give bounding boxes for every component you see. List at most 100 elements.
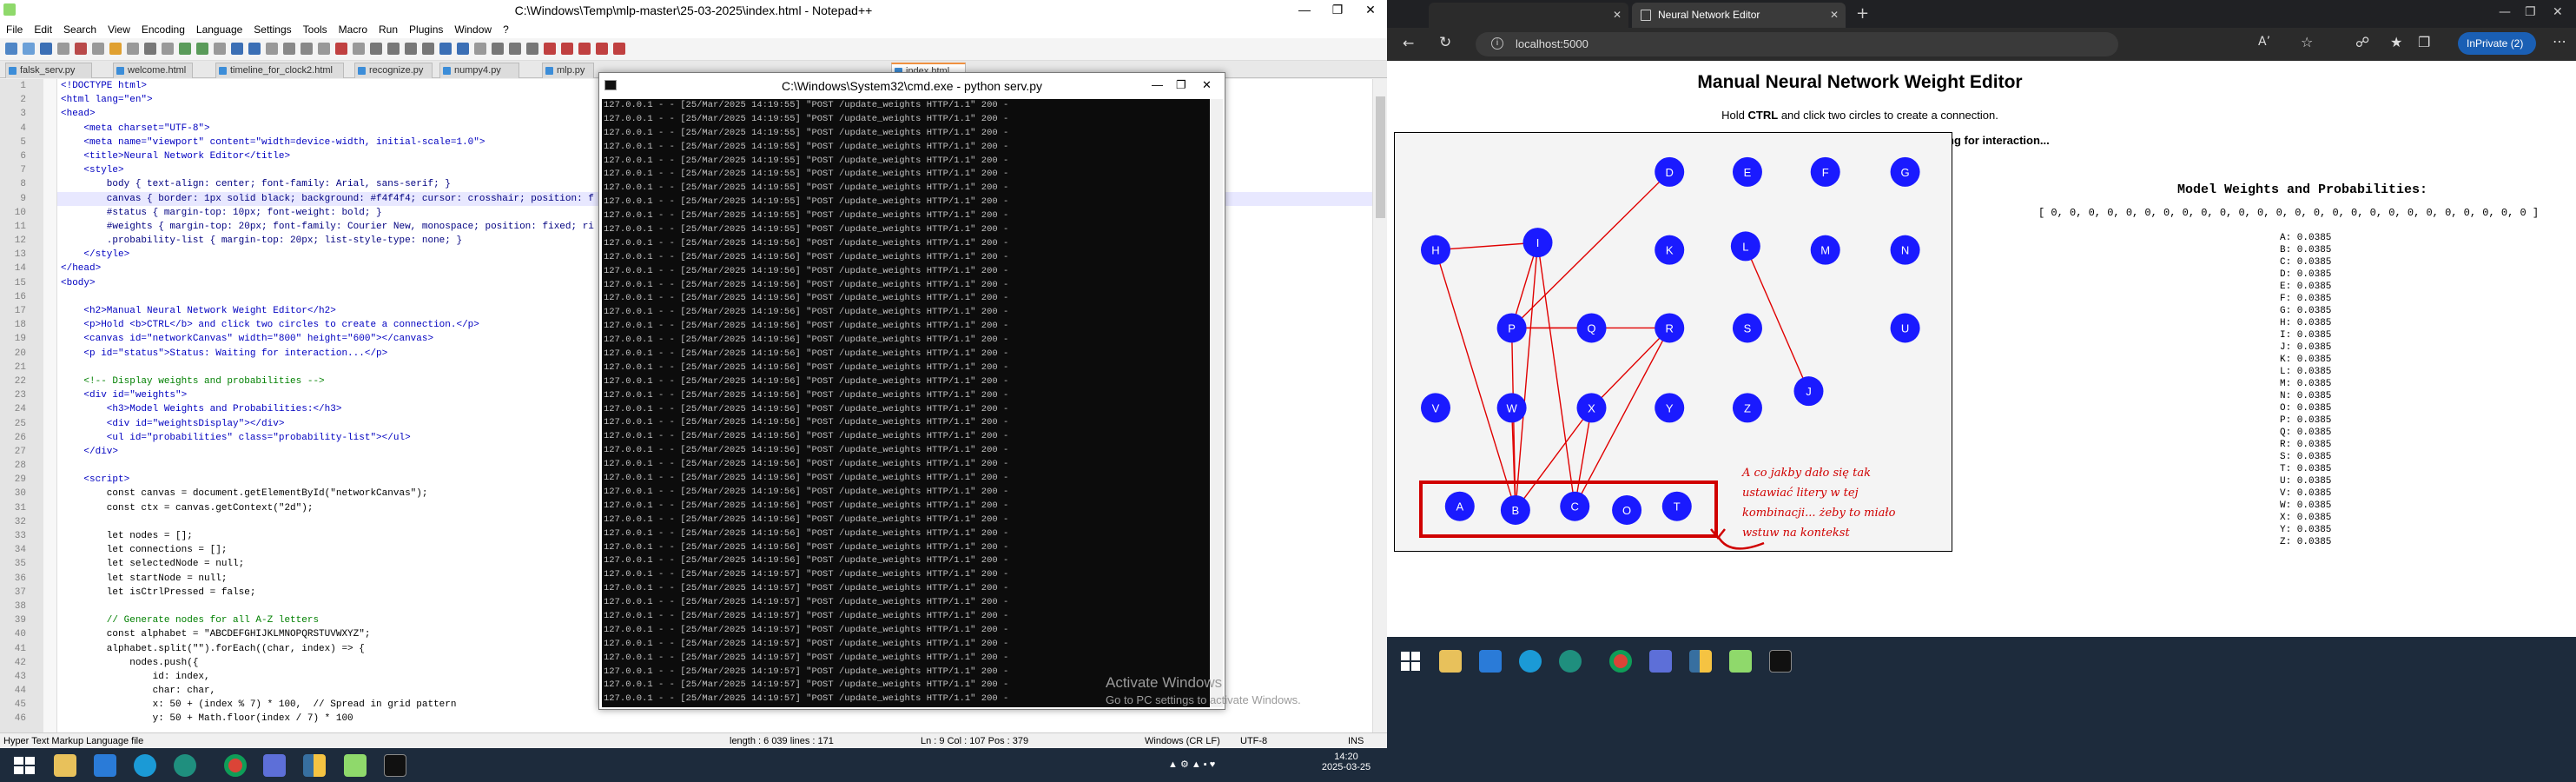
toolbar-button-icon[interactable] [353,43,365,55]
file-tab[interactable]: welcome.html [113,63,193,78]
menu-language[interactable]: Language [190,21,248,36]
chrome-icon[interactable] [1609,650,1632,673]
notepadpp-taskbar-icon[interactable] [1729,650,1752,673]
favorites-bar-icon[interactable]: ★ [2390,34,2402,50]
toolbar-button-icon[interactable] [75,43,87,55]
cmd-scrollbar[interactable] [1210,99,1223,707]
close-button[interactable]: ✕ [1354,0,1387,19]
toolbar-button-icon[interactable] [544,43,556,55]
toolbar-button-icon[interactable] [144,43,156,55]
toolbar-button-icon[interactable] [318,43,330,55]
node-Y[interactable]: Y [1655,393,1685,423]
toolbar-button-icon[interactable] [596,43,608,55]
tab-close-icon[interactable]: ✕ [1830,9,1839,21]
menu-encoding[interactable]: Encoding [135,21,190,36]
search-icon[interactable] [1519,650,1542,673]
maximize-button[interactable]: ❐ [1321,0,1354,19]
network-canvas[interactable]: A B C D E F G H I J K L M N O P Q R S T U V W X Y Z A co jakby dał… [1394,132,1952,552]
favorite-icon[interactable]: ☆ [2301,34,2313,50]
node-X[interactable]: X [1576,393,1607,423]
toolbar-button-icon[interactable] [405,43,417,55]
toolbar-button-icon[interactable] [335,43,347,55]
address-bar[interactable]: i localhost:5000 [1476,32,2118,56]
toolbar-button-icon[interactable] [162,43,174,55]
node-H[interactable]: H [1421,235,1451,265]
start-icon[interactable] [1399,650,1422,673]
file-explorer-icon[interactable] [54,754,76,777]
info-icon[interactable]: i [1491,37,1503,50]
edge-icon[interactable] [174,754,196,777]
toolbar-button-icon[interactable] [179,43,191,55]
file-tab[interactable]: timeline_for_clock2.html [215,63,344,78]
toolbar-button-icon[interactable] [231,43,243,55]
node-K[interactable]: K [1655,235,1685,265]
tab-close-icon[interactable]: ✕ [1613,9,1622,21]
toolbar-button-icon[interactable] [613,43,625,55]
node-L[interactable]: L [1730,231,1760,262]
tray-icons[interactable]: ▲ ⚙ ▲ ▪ ♥ [1168,759,1215,770]
cmd-close-button[interactable]: ✕ [1202,78,1212,92]
cmd-taskbar-icon[interactable] [384,754,406,777]
node-O[interactable]: O [1612,494,1642,525]
node-B[interactable]: B [1500,494,1530,525]
read-aloud-icon[interactable]: A’ [2258,35,2270,49]
cmd-maximize-button[interactable]: ❐ [1176,78,1186,92]
menu-plugins[interactable]: Plugins [403,21,448,36]
menu-search[interactable]: Search [57,21,102,36]
network-icon[interactable] [1649,650,1672,673]
node-S[interactable]: S [1732,313,1762,343]
extensions-icon[interactable]: ☍ [2355,34,2369,50]
toolbar-button-icon[interactable] [509,43,521,55]
node-N[interactable]: N [1890,235,1920,265]
node-C[interactable]: C [1560,491,1590,521]
node-W[interactable]: W [1496,393,1527,423]
edge-icon[interactable] [1559,650,1582,673]
toolbar-button-icon[interactable] [561,43,573,55]
python-icon[interactable] [303,754,326,777]
node-E[interactable]: E [1732,156,1762,187]
node-Q[interactable]: Q [1576,313,1607,343]
toolbar-button-icon[interactable] [387,43,400,55]
node-M[interactable]: M [1810,235,1840,265]
cmd-output[interactable]: 127.0.0.1 - - [25/Mar/2025 14:19:55] "PO… [602,99,1210,707]
menu-tools[interactable]: Tools [297,21,333,36]
tab-inactive[interactable]: ✕ [1429,3,1628,28]
tab-active[interactable]: Neural Network Editor ✕ [1632,3,1846,28]
file-tab[interactable]: numpy4.py [439,63,519,78]
toolbar-button-icon[interactable] [492,43,504,55]
node-Z[interactable]: Z [1732,393,1762,423]
node-R[interactable]: R [1655,313,1685,343]
toolbar-button-icon[interactable] [526,43,538,55]
toolbar-button-icon[interactable] [196,43,208,55]
python-icon[interactable] [1689,650,1712,673]
node-D[interactable]: D [1655,156,1685,187]
start-icon[interactable] [12,754,36,777]
node-F[interactable]: F [1810,156,1840,187]
fold-margin[interactable] [43,79,57,732]
node-V[interactable]: V [1421,393,1451,423]
toolbar-button-icon[interactable] [57,43,69,55]
node-T[interactable]: T [1661,491,1692,521]
search-icon[interactable] [134,754,156,777]
clock[interactable]: 14:20 2025-03-25 [1311,752,1381,772]
node-G[interactable]: G [1890,156,1920,187]
node-A[interactable]: A [1444,491,1475,521]
menu-settings[interactable]: Settings [248,21,296,36]
browser-close-button[interactable]: ✕ [2553,5,2563,19]
menu-edit[interactable]: Edit [28,21,57,36]
store-icon[interactable] [94,754,116,777]
network-svg[interactable]: A B C D E F G H I J K L M N O P Q R S T U V W X Y Z A co jakby dał… [1395,133,1952,551]
node-U[interactable]: U [1890,313,1920,343]
toolbar-button-icon[interactable] [283,43,295,55]
cmd-taskbar-icon[interactable] [1769,650,1792,673]
file-explorer-icon[interactable] [1439,650,1462,673]
toolbar-button-icon[interactable] [474,43,486,55]
back-button[interactable]: ← [1403,35,1414,51]
toolbar-button-icon[interactable] [127,43,139,55]
minimize-button[interactable]: — [1288,0,1321,19]
new-tab-button[interactable]: + [1856,4,1869,23]
editor-scrollbar[interactable] [1372,79,1387,732]
menu-view[interactable]: View [102,21,135,36]
code-line[interactable]: y: 50 + Math.floor(index / 7) * 100 [57,712,1372,726]
menu-[interactable]: ? [497,21,514,36]
